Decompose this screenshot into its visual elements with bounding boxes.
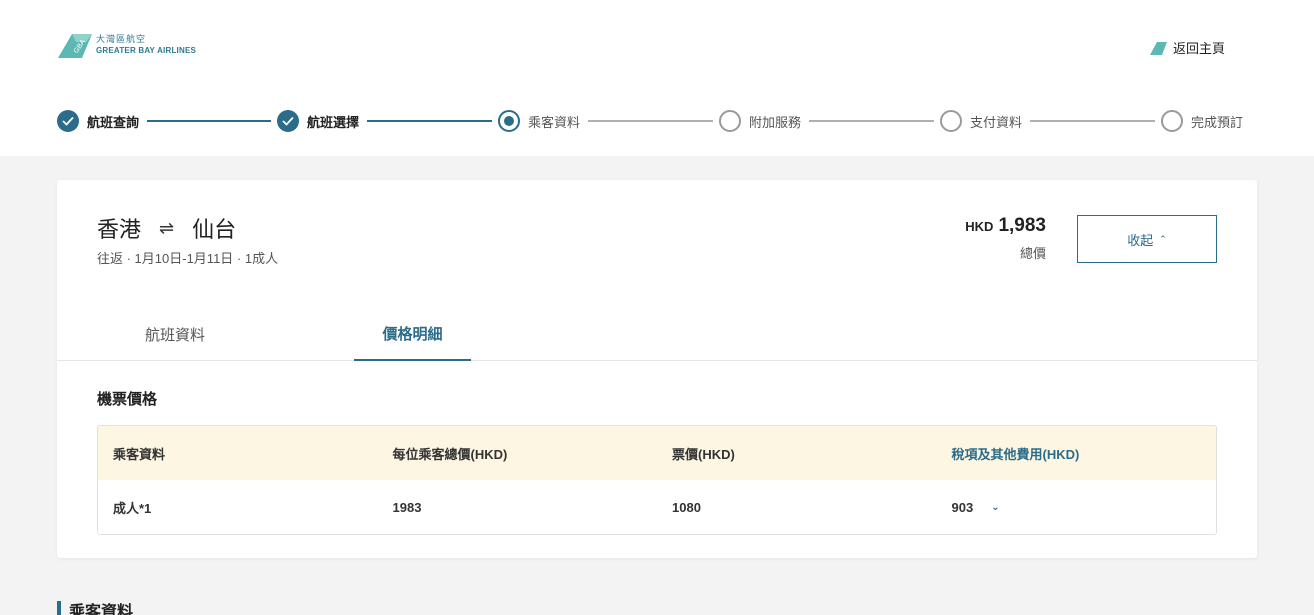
fare-table: 乘客資料 每位乘客總價(HKD) 票價(HKD) 稅項及其他費用(HKD) 成人… bbox=[97, 425, 1217, 535]
brand-logo[interactable]: GBA 大灣區航空 GREATER BAY AIRLINES bbox=[58, 32, 196, 58]
step-label: 航班查詢 bbox=[87, 114, 140, 130]
step-payment: 支付資料 bbox=[940, 110, 1022, 132]
check-icon bbox=[277, 110, 299, 132]
collapse-button-label: 收起 bbox=[1127, 232, 1154, 248]
pending-step-icon bbox=[719, 110, 741, 132]
destination-city: 仙台 bbox=[192, 217, 237, 242]
brand-name-en: GREATER BAY AIRLINES bbox=[96, 46, 197, 55]
total-price: HKD 1,983 總價 bbox=[965, 215, 1046, 262]
check-icon bbox=[57, 110, 79, 132]
step-label: 附加服務 bbox=[749, 114, 802, 130]
collapse-button[interactable]: 收起 ⌃ bbox=[1077, 215, 1217, 263]
price-currency: HKD bbox=[965, 219, 994, 234]
price-amount: 1,983 bbox=[998, 215, 1046, 236]
fare-section-title: 機票價格 bbox=[97, 391, 158, 408]
booking-stepper: 航班查詢 航班選擇 乘客資料 附加服務 支付資料 完成預訂 bbox=[57, 110, 1257, 132]
total-per-passenger-cell: 1983 bbox=[392, 499, 422, 515]
table-row: 成人*1 1983 1080 903 ⌄ bbox=[98, 480, 1216, 534]
back-to-home-link[interactable]: 返回主頁 bbox=[1150, 38, 1225, 57]
pending-step-icon bbox=[940, 110, 962, 132]
step-label: 完成預訂 bbox=[1191, 114, 1244, 130]
route-title: 香港 ⇌ 仙台 bbox=[97, 212, 236, 244]
plane-tail-logo-icon: GBA bbox=[58, 34, 92, 58]
brand-name-cn: 大灣區航空 bbox=[96, 34, 147, 44]
taxes-column-header[interactable]: 稅項及其他費用(HKD) bbox=[937, 444, 1217, 463]
taxes-cell: 903 ⌄ bbox=[937, 500, 1217, 515]
step-label: 航班選擇 bbox=[307, 114, 360, 130]
tab-price-details[interactable]: 價格明細 bbox=[354, 308, 471, 361]
column-header: 票價(HKD) bbox=[672, 446, 735, 462]
step-passenger-info: 乘客資料 bbox=[498, 110, 580, 132]
current-step-icon bbox=[498, 110, 520, 132]
step-connector bbox=[147, 120, 271, 122]
origin-city: 香港 bbox=[97, 217, 142, 242]
passenger-section-heading: 乘客資料 bbox=[57, 598, 133, 615]
home-link-label: 返回主頁 bbox=[1173, 41, 1226, 56]
column-header: 每位乘客總價(HKD) bbox=[392, 446, 508, 462]
passenger-section-title: 乘客資料 bbox=[69, 604, 134, 615]
step-connector bbox=[809, 120, 934, 122]
column-header: 乘客資料 bbox=[113, 446, 166, 462]
step-label: 乘客資料 bbox=[528, 114, 581, 130]
total-price-label: 總價 bbox=[1019, 246, 1046, 261]
details-tabs: 航班資料 價格明細 bbox=[57, 308, 1257, 361]
step-add-ons: 附加服務 bbox=[719, 110, 801, 132]
table-header-row: 乘客資料 每位乘客總價(HKD) 票價(HKD) 稅項及其他費用(HKD) bbox=[98, 426, 1216, 480]
heading-accent-bar bbox=[57, 601, 61, 615]
taxes-value: 903 bbox=[951, 499, 974, 515]
step-flight-selection[interactable]: 航班選擇 bbox=[277, 110, 359, 132]
trip-details: 往返 · 1月10日-1月11日 · 1成人 bbox=[97, 251, 279, 266]
booking-summary-card: 香港 ⇌ 仙台 往返 · 1月10日-1月11日 · 1成人 HKD 1,983… bbox=[57, 180, 1257, 558]
step-label: 支付資料 bbox=[970, 114, 1023, 130]
step-connector bbox=[367, 120, 492, 122]
pending-step-icon bbox=[1161, 110, 1183, 132]
round-trip-icon: ⇌ bbox=[159, 217, 175, 238]
site-header: GBA 大灣區航空 GREATER BAY AIRLINES 返回主頁 航班查詢 bbox=[0, 0, 1314, 156]
fare-cell: 1080 bbox=[672, 499, 701, 515]
plane-tail-icon bbox=[1150, 41, 1167, 55]
chevron-down-icon[interactable]: ⌄ bbox=[991, 502, 999, 513]
tab-flight-info[interactable]: 航班資料 bbox=[115, 308, 235, 361]
step-connector bbox=[588, 120, 713, 122]
chevron-up-icon: ⌃ bbox=[1159, 233, 1167, 244]
passenger-cell: 成人*1 bbox=[113, 500, 152, 516]
step-complete: 完成預訂 bbox=[1161, 110, 1243, 132]
step-flight-search[interactable]: 航班查詢 bbox=[57, 110, 139, 132]
step-connector bbox=[1030, 120, 1155, 122]
